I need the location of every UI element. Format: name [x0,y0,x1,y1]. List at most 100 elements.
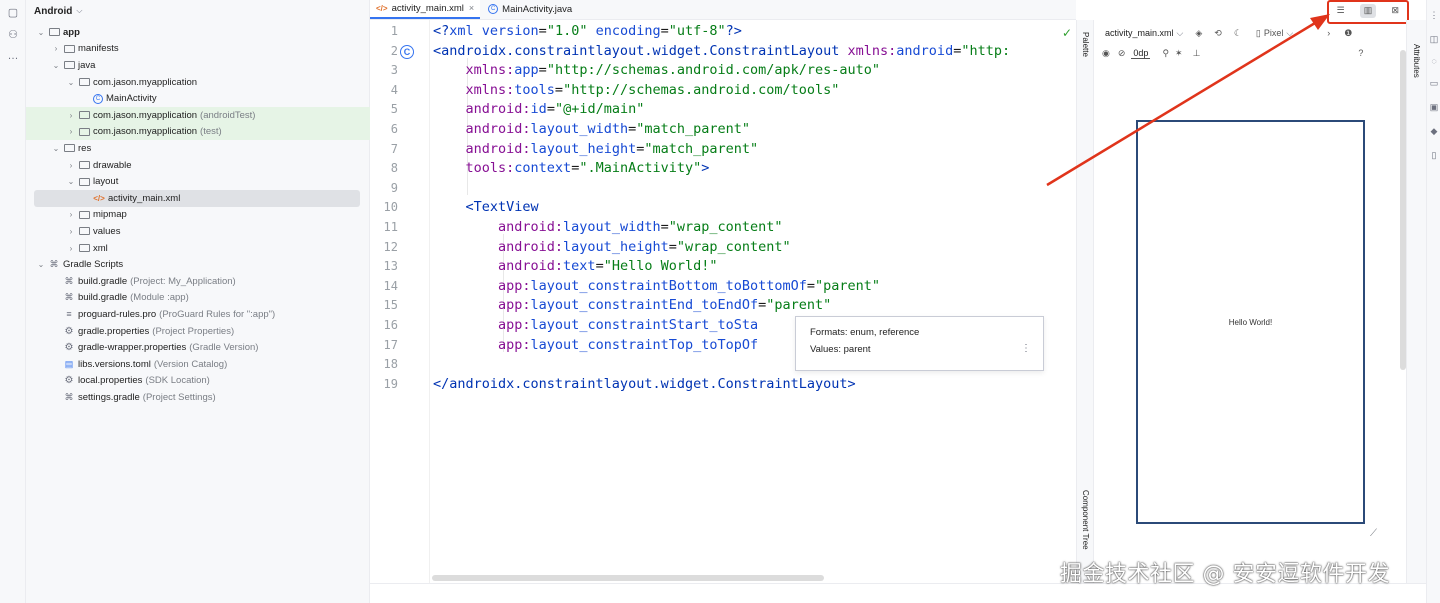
project-view-selector[interactable]: Android ⌵ [26,0,369,22]
tree-item[interactable]: ⌘ build.gradle (Module :app) [26,290,370,307]
gear-icon: ⚙ [64,375,74,387]
tree-item[interactable]: ⌘ settings.gradle (Project Settings) [26,389,370,406]
device-explorer-icon[interactable]: ▯ [1429,150,1439,161]
tree-item[interactable]: ⌄ res [26,140,370,157]
tree-item[interactable]: ≡ proguard-rules.pro (ProGuard Rules for "… [26,306,370,323]
code-token: = [538,62,547,79]
expand-arrow-icon[interactable]: › [66,111,76,120]
preview-textview[interactable]: Hello World! [1138,318,1363,327]
tree-item[interactable]: ⌄ layout [26,173,370,190]
tree-item[interactable]: </> activity_main.xml [34,190,360,207]
tree-item[interactable]: ⌄ app [26,24,370,41]
code-token: android: [433,238,564,255]
device-preview-frame[interactable]: Hello World! [1136,120,1365,524]
code-token: </androidx.constraintlayout.widget.Const… [433,375,856,392]
code-editor[interactable]: 1 2 C 3 4 5 6 7 8 9 10 11 12 13 14 15 16 17 18 19 <?xml ver… [370,20,1076,583]
tree-item[interactable]: › values [26,223,370,240]
gemini-icon[interactable]: ◌ [1429,56,1439,66]
horizontal-scrollbar[interactable] [432,575,824,581]
night-mode-icon[interactable]: ☾ [1234,28,1242,39]
code-line: xmlns:tools="http://schemas.android.com/… [433,82,840,98]
code-line: app:layout_constraintTop_toTopOf [433,337,758,353]
warnings-icon[interactable]: ❶ [1344,28,1352,39]
device-manager-icon[interactable]: ▭ [1429,78,1439,89]
code-line: android:id="@+id/main" [433,101,645,118]
expand-arrow-icon[interactable]: › [66,210,76,219]
code-token: "parent" [766,297,832,314]
project-folder-icon[interactable]: ▢ [5,4,21,20]
tree-item[interactable]: ⚙ local.properties (SDK Location) [26,373,370,390]
tab-activity-main-xml[interactable]: </> activity_main.xml × [370,0,481,19]
notifications-icon[interactable]: ◫ [1429,34,1439,45]
expand-arrow-icon[interactable]: › [66,227,76,236]
tree-item[interactable]: › drawable [26,157,370,174]
navigate-to-class-icon[interactable]: C [400,44,414,59]
chevron-right-icon[interactable]: › [1327,28,1330,38]
device-selector[interactable]: ▯ Pixel ⌵ [1256,28,1293,39]
expand-arrow-icon[interactable]: › [66,127,76,136]
code-token: id [530,101,547,118]
expand-arrow-icon[interactable]: › [51,44,61,53]
more-icon[interactable]: ⋮ [1429,10,1439,21]
tree-item[interactable]: › com.jason.myapplication (test) [26,123,370,141]
device-label: Pixel [1263,28,1284,38]
clear-constraints-icon[interactable]: ⚲ [1162,48,1169,59]
tree-item[interactable]: ⚙ gradle.properties (Project Properties) [26,323,370,340]
line-number: 15 [383,298,398,313]
tree-item-sublabel: (Project Settings) [142,391,216,403]
expand-arrow-icon[interactable]: ⌄ [36,260,46,269]
expand-arrow-icon[interactable]: ⌄ [51,144,61,153]
autoconnect-icon[interactable]: ⊘ [1118,48,1126,59]
tree-item-label: local.properties [78,375,143,387]
running-devices-icon[interactable]: ▣ [1429,102,1439,113]
tree-item[interactable]: › com.jason.myapplication (androidTest) [26,107,370,124]
resize-handle-icon[interactable]: ⟋ [1370,528,1377,539]
tree-item[interactable]: C MainActivity [26,90,370,107]
code-token: xmlns: [847,42,897,59]
tree-item[interactable]: ⌄ java [26,57,370,74]
folder-icon [78,209,90,220]
layout-file-selector[interactable]: activity_main.xml ⌵ [1105,28,1183,39]
code-line: android:layout_height="wrap_content" [433,239,791,255]
default-margins-field[interactable]: 0dp [1131,48,1151,59]
guidelines-icon[interactable]: ⊥ [1193,48,1201,59]
structure-icon[interactable]: ⚇ [5,26,21,42]
tree-item[interactable]: › xml [26,240,370,257]
folder-icon [78,243,90,254]
tree-item-label: drawable [93,159,132,171]
code-token: encoding [587,23,661,39]
gradle-icon: ⌘ [49,259,59,270]
expand-arrow-icon[interactable]: ⌄ [51,61,61,70]
close-icon[interactable]: × [469,3,474,13]
expand-arrow-icon[interactable]: ⌄ [66,78,76,87]
code-token: = [668,238,677,255]
more-icon[interactable]: … [5,48,21,64]
tree-item[interactable]: ⚙ gradle-wrapper.properties (Gradle Versio… [26,339,370,356]
component-tree-tab[interactable]: Component Tree [1081,490,1090,550]
expand-arrow-icon[interactable]: › [66,161,76,170]
tree-item[interactable]: › manifests [26,41,370,58]
no-problems-check-icon[interactable]: ✓ [1062,26,1072,40]
view-options-eye-icon[interactable]: ◉ [1102,48,1110,59]
palette-tab[interactable]: Palette [1081,32,1090,57]
expand-arrow-icon[interactable]: ⌄ [36,28,46,37]
tree-item[interactable]: ⌄ ⌘ Gradle Scripts [26,256,370,273]
tree-item-label: java [78,59,96,71]
tab-main-activity-java[interactable]: C MainActivity.java [480,0,578,19]
tree-item[interactable]: ▤ libs.versions.toml (Version Catalog) [26,356,370,373]
more-vertical-icon[interactable]: ⋮ [1021,343,1031,354]
orientation-icon[interactable]: ⟲ [1214,28,1222,39]
expand-arrow-icon[interactable]: ⌄ [66,177,76,186]
layers-icon[interactable]: ◈ [1195,28,1202,39]
expand-arrow-icon[interactable]: › [66,244,76,253]
attributes-tab[interactable]: Attributes [1412,44,1421,78]
infer-constraints-icon[interactable]: ✶ [1175,48,1183,59]
tree-item[interactable]: ⌘ build.gradle (Project: My_Application) [26,273,370,290]
tree-item[interactable]: › mipmap [26,207,370,224]
code-token: = [660,219,669,235]
tree-item[interactable]: ⌄ com.jason.myapplication [26,74,370,91]
attribute-doc-tooltip: Formats: enum, reference Values: parent … [795,316,1044,371]
help-icon[interactable]: ? [1358,48,1363,58]
line-number: 8 [390,161,398,176]
emulator-icon[interactable]: ◆ [1429,126,1439,137]
